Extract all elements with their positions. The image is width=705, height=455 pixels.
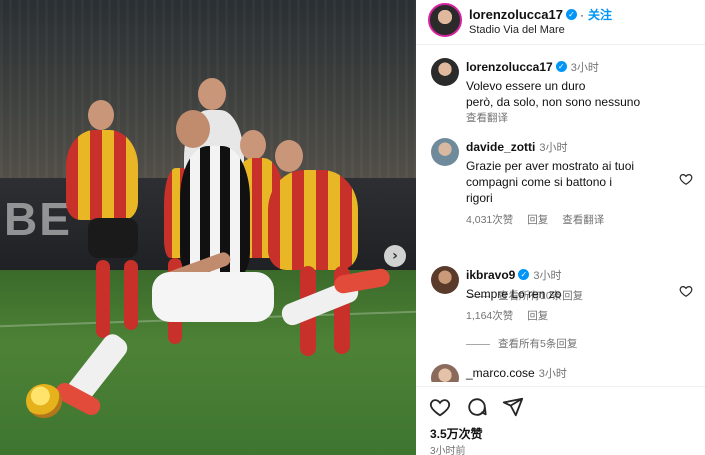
view-replies-label: 查看所有5条回复 (498, 338, 578, 350)
comment-text-line: compagni come si battono i (466, 175, 613, 189)
post-details-panel: lorenzolucca17 ✓ · 关注 Stadio Via del Mare l… (416, 0, 705, 455)
comment-body: _marco.cose 3小时 (466, 364, 666, 382)
post-location[interactable]: Stadio Via del Mare (469, 24, 565, 36)
comment-avatar[interactable] (431, 138, 459, 166)
next-photo-button[interactable]: › (384, 245, 406, 267)
comment-text-line: Grazie per aver mostrato ai tuoi (466, 159, 635, 173)
comment-text-line: Sempre Lo ren zo (466, 287, 562, 301)
comment-avatar[interactable] (431, 364, 459, 382)
football (26, 384, 62, 418)
advertising-board-text: BE (4, 193, 72, 245)
comment-likes-count[interactable]: 4,031次赞 (466, 214, 513, 226)
separator-dot: · (579, 8, 584, 22)
comment-meta: 1,164次赞 回复 (466, 308, 666, 323)
comment-username[interactable]: _marco.cose (466, 366, 535, 380)
caption-time[interactable]: 3小时 (571, 62, 599, 74)
comment-username[interactable]: davide_zotti (466, 140, 535, 154)
header-title-line: lorenzolucca17 ✓ · 关注 (469, 6, 612, 24)
caption-text: Volevo essere un duro però, da solo, non… (466, 78, 666, 110)
view-replies-link[interactable]: 查看所有5条回复 (466, 336, 577, 351)
heart-icon[interactable] (429, 396, 451, 418)
comment-reply-button[interactable]: 回复 (527, 310, 548, 322)
comment-text: Sempre Lo ren zo (466, 286, 666, 302)
heart-icon[interactable] (679, 284, 693, 298)
comment-icon[interactable] (466, 396, 488, 418)
comment-time[interactable]: 3小时 (539, 142, 567, 154)
author-username[interactable]: lorenzolucca17 (469, 7, 563, 22)
follow-button[interactable]: 关注 (588, 8, 612, 22)
post-actions: 3.5万次赞 3小时前 (416, 386, 705, 455)
caption-avatar[interactable] (431, 58, 459, 86)
comment-meta: 4,031次赞 回复 查看翻译 (466, 212, 666, 227)
caption-body: lorenzolucca17 ✓ 3小时 Volevo essere un duro… (466, 58, 666, 125)
comment-body: ikbravo9 ✓ 3小时 Sempre Lo ren zo 1,164次赞 回复 (466, 266, 666, 323)
heart-icon[interactable] (679, 172, 693, 186)
comment-translate-link[interactable]: 查看翻译 (562, 214, 604, 226)
caption-translate-link[interactable]: 查看翻译 (466, 110, 666, 125)
comment-time[interactable]: 3小时 (539, 368, 567, 380)
caption-text-line: però, da solo, non sono nessuno (466, 95, 641, 109)
verified-badge-icon: ✓ (518, 269, 530, 281)
comments-list[interactable]: lorenzolucca17 ✓ 3小时 Volevo essere un duro… (416, 46, 705, 382)
comment-likes-count[interactable]: 1,164次赞 (466, 310, 513, 322)
author-avatar[interactable] (428, 3, 462, 37)
caption-username[interactable]: lorenzolucca17 (466, 60, 553, 74)
comment-body: davide_zotti 3小时 Grazie per aver mostrato… (466, 138, 666, 227)
post-timestamp[interactable]: 3小时前 (430, 442, 466, 455)
comment-username[interactable]: ikbravo9 (466, 268, 515, 282)
comment-time[interactable]: 3小时 (533, 270, 561, 282)
post-photo[interactable]: BE › (0, 0, 416, 455)
comment-text-line: rigori (466, 191, 493, 205)
comment-text: Grazie per aver mostrato ai tuoi compagn… (466, 158, 666, 206)
comment-avatar[interactable] (431, 266, 459, 294)
send-icon[interactable] (502, 396, 524, 418)
chevron-right-icon: › (392, 248, 398, 264)
post-likes-count[interactable]: 3.5万次赞 (430, 425, 483, 442)
comment-reply-button[interactable]: 回复 (527, 214, 548, 226)
caption-text-line: Volevo essere un duro (466, 79, 586, 93)
verified-badge-icon: ✓ (555, 61, 567, 73)
replies-divider (466, 343, 490, 345)
verified-badge-icon: ✓ (565, 9, 577, 21)
post-header: lorenzolucca17 ✓ · 关注 Stadio Via del Mare (416, 0, 705, 45)
